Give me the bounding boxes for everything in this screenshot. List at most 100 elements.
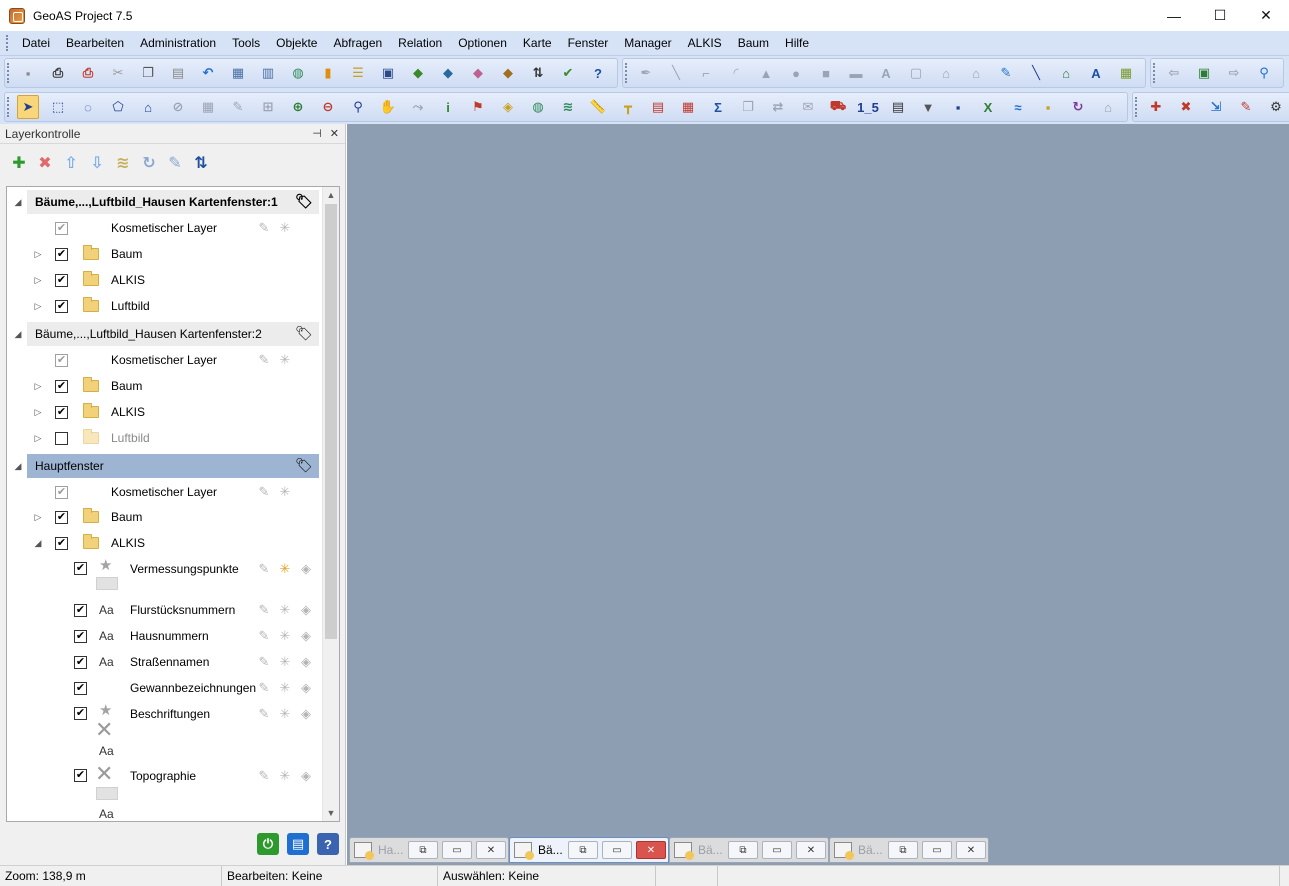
wave-icon[interactable]: ≈ xyxy=(1007,95,1029,119)
tag-icon[interactable]: ◈ xyxy=(497,95,519,119)
highlight-layer-icon[interactable]: ✳ xyxy=(278,629,292,643)
label-tag-icon[interactable]: ◈ xyxy=(299,629,313,643)
expand-arrow-icon[interactable]: ▷ xyxy=(32,512,44,523)
ellipse-icon[interactable]: ● xyxy=(785,61,807,85)
route-icon[interactable]: ⤳ xyxy=(407,95,429,119)
select-circle-icon[interactable]: ◌ xyxy=(77,95,99,119)
window-style-icon[interactable]: 🏷 xyxy=(295,325,313,343)
flag-icon[interactable]: ⚑ xyxy=(467,95,489,119)
expand-arrow-icon[interactable]: ▷ xyxy=(32,433,44,444)
window-header[interactable]: Bäume,...,Luftbild_Hausen Kartenfenster:… xyxy=(27,322,319,346)
refresh-icon[interactable]: ↻ xyxy=(1067,95,1089,119)
menu-datei[interactable]: Datei xyxy=(14,31,58,56)
layer-checkbox[interactable]: ✔ xyxy=(74,603,87,617)
filter-icon[interactable]: ▼ xyxy=(917,95,939,119)
layer-add-icon[interactable]: ✚ xyxy=(1145,95,1167,119)
menu-abfragen[interactable]: Abfragen xyxy=(325,31,390,56)
select-rect-icon[interactable]: ⬚ xyxy=(47,95,69,119)
label-tag-icon[interactable]: ◈ xyxy=(299,655,313,669)
select-grid-icon[interactable]: ▦ xyxy=(197,95,219,119)
tree-layer-hausnummern[interactable]: ✔ Aa Hausnummern ✎ ✳ ◈ xyxy=(7,623,323,649)
scroll-down-icon[interactable]: ▼ xyxy=(323,805,339,821)
copy-object-icon[interactable]: ❐ xyxy=(737,95,759,119)
tree-layer-strassennamen[interactable]: ✔ Aa Straßennamen ✎ ✳ ◈ xyxy=(7,649,323,675)
highlight-layer-icon[interactable]: ✳ xyxy=(278,707,292,721)
select-house-icon[interactable]: ⌂ xyxy=(137,95,159,119)
excel-icon[interactable]: X xyxy=(977,95,999,119)
mdi-close-button[interactable]: ✕ xyxy=(476,841,506,859)
move-up-icon[interactable]: ⇧ xyxy=(60,152,82,174)
collapse-arrow-icon[interactable]: ◢ xyxy=(12,329,24,340)
folder-checkbox[interactable]: ✔ xyxy=(55,299,68,313)
menu-alkis[interactable]: ALKIS xyxy=(680,31,730,56)
label-tag-icon[interactable]: ◈ xyxy=(299,562,313,576)
layer-checkbox[interactable]: ✔ xyxy=(55,485,68,499)
tree-folder-alkis[interactable]: ▷ ✔ ALKIS xyxy=(7,267,323,293)
tree-layer-flurstuecksnummern[interactable]: ✔ Aa Flurstücksnummern ✎ ✳ ◈ xyxy=(7,597,323,623)
layer-refresh-icon[interactable]: ↻ xyxy=(138,152,160,174)
grid-edit-icon[interactable]: ▦ xyxy=(1115,61,1137,85)
layer-checkbox[interactable]: ✔ xyxy=(55,353,68,367)
folder-checkbox[interactable]: ✔ xyxy=(55,536,68,550)
rounded-rect-icon[interactable]: ▬ xyxy=(845,61,867,85)
table-view-icon[interactable]: ▥ xyxy=(257,61,279,85)
report-icon[interactable]: ▤ xyxy=(887,95,909,119)
mdi-window-tab[interactable]: Ha... ⧉ ▭ ✕ xyxy=(349,837,509,863)
folder-checkbox[interactable]: ✔ xyxy=(55,405,68,419)
edit-layer-icon[interactable]: ✎ xyxy=(257,353,271,367)
tree-layer-topographie[interactable]: ✕ ✔ Aa Topographie ✎ ✳ ◈ xyxy=(7,763,323,821)
folder-checkbox[interactable] xyxy=(55,431,68,445)
highlight-layer-icon[interactable]: ✳ xyxy=(278,353,292,367)
menu-relation[interactable]: Relation xyxy=(390,31,450,56)
edit-layer-icon[interactable]: ✎ xyxy=(257,681,271,695)
tree-folder-baum[interactable]: ▷ ✔ Baum xyxy=(7,241,323,267)
arc-icon[interactable]: ◜ xyxy=(725,61,747,85)
cut-icon[interactable]: ✂ xyxy=(107,61,129,85)
highlight-layer-icon[interactable]: ✳ xyxy=(278,655,292,669)
folder-checkbox[interactable]: ✔ xyxy=(55,510,68,524)
back-icon[interactable]: ⇦ xyxy=(1163,61,1185,85)
mdi-restore-button[interactable]: ⧉ xyxy=(888,841,918,859)
tree-window-1[interactable]: ◢ Bäume,...,Luftbild_Hausen Kartenfenste… xyxy=(7,189,323,215)
tree-folder-baum[interactable]: ▷ ✔ Baum xyxy=(7,504,323,530)
zoom-out-icon[interactable]: ⊖ xyxy=(317,95,339,119)
save-icon[interactable]: ▪ xyxy=(17,61,39,85)
layer-settings-icon[interactable]: ⚙ xyxy=(1265,95,1287,119)
mdi-restore-button[interactable]: ⧉ xyxy=(568,841,598,859)
text-a-icon[interactable]: A xyxy=(875,61,897,85)
t-ruler-icon[interactable]: ┳ xyxy=(617,95,639,119)
envelope-icon[interactable]: ✉ xyxy=(797,95,819,119)
polyline-icon[interactable]: ⌐ xyxy=(695,61,717,85)
tree-scrollbar[interactable]: ▲ ▼ xyxy=(322,187,339,821)
scroll-up-icon[interactable]: ▲ xyxy=(323,187,339,203)
house-plus-icon[interactable]: ⌂ xyxy=(1097,95,1119,119)
highlight-layer-icon[interactable]: ✳ xyxy=(278,221,292,235)
tree-folder-baum[interactable]: ▷ ✔ Baum xyxy=(7,373,323,399)
mdi-restore-button[interactable]: ⧉ xyxy=(728,841,758,859)
zoom-in-icon[interactable]: ⊕ xyxy=(287,95,309,119)
map-check-icon[interactable]: ✔ xyxy=(557,61,579,85)
forward-icon[interactable]: ⇨ xyxy=(1223,61,1245,85)
remove-layer-icon[interactable]: ✖ xyxy=(34,152,56,174)
window-header[interactable]: Bäume,...,Luftbild_Hausen Kartenfenster:… xyxy=(27,190,319,214)
panel-close-icon[interactable]: ✕ xyxy=(330,127,339,140)
layer-checkbox[interactable]: ✔ xyxy=(74,769,87,782)
map-green-icon[interactable]: ◆ xyxy=(407,61,429,85)
undo-icon[interactable]: ↶ xyxy=(197,61,219,85)
pdf-print-icon[interactable]: ⎙ xyxy=(77,61,99,85)
maximize-button[interactable]: ☐ xyxy=(1197,0,1243,31)
tree-cosmetic-layer[interactable]: ✔ Kosmetischer Layer ✎ ✳ xyxy=(7,215,323,241)
layer-edit-icon[interactable]: ✎ xyxy=(1235,95,1257,119)
collapse-arrow-icon[interactable]: ◢ xyxy=(12,461,24,472)
layer-checkbox[interactable]: ✔ xyxy=(74,707,87,720)
highlight-layer-icon[interactable]: ✳ xyxy=(278,769,292,783)
layer-list-icon[interactable]: ▤ xyxy=(287,833,309,855)
layer-checkbox[interactable]: ✔ xyxy=(74,562,87,575)
expand-arrow-icon[interactable]: ▷ xyxy=(32,381,44,392)
mdi-window-tab-active[interactable]: Bä... ⧉ ▭ ✕ xyxy=(509,837,669,863)
tree-folder-alkis-expanded[interactable]: ◢ ✔ ALKIS xyxy=(7,530,323,556)
mdi-maximize-button[interactable]: ▭ xyxy=(602,841,632,859)
menu-fenster[interactable]: Fenster xyxy=(560,31,617,56)
layer-window-icon[interactable]: ▣ xyxy=(377,61,399,85)
label-tag-icon[interactable]: ◈ xyxy=(299,769,313,783)
